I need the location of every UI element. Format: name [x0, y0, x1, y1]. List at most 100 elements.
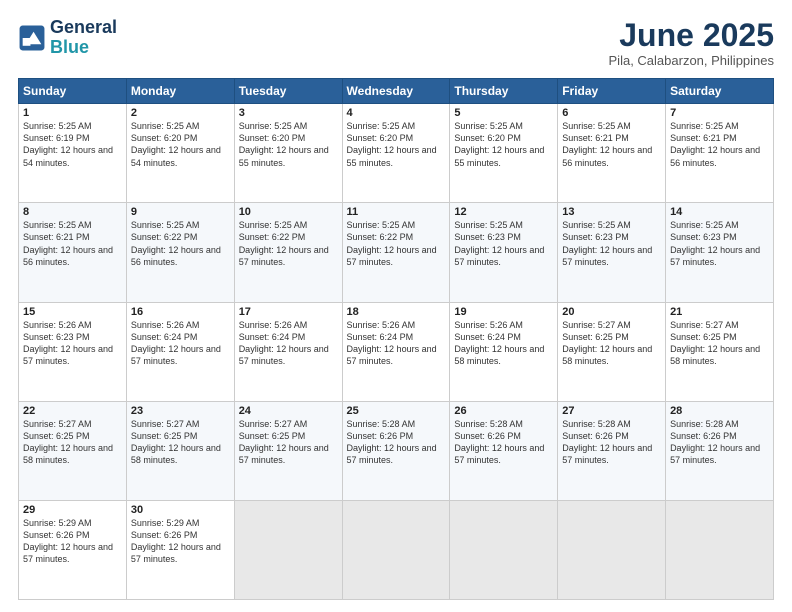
day-info: Sunrise: 5:27 AM Sunset: 6:25 PM Dayligh…: [131, 418, 230, 467]
day-info: Sunrise: 5:25 AM Sunset: 6:22 PM Dayligh…: [131, 219, 230, 268]
calendar-cell: 13 Sunrise: 5:25 AM Sunset: 6:23 PM Dayl…: [558, 203, 666, 302]
calendar-cell: [558, 500, 666, 599]
calendar-header-row: SundayMondayTuesdayWednesdayThursdayFrid…: [19, 79, 774, 104]
day-info: Sunrise: 5:25 AM Sunset: 6:23 PM Dayligh…: [670, 219, 769, 268]
day-info: Sunrise: 5:26 AM Sunset: 6:24 PM Dayligh…: [347, 319, 446, 368]
day-number: 1: [23, 107, 122, 119]
day-number: 3: [239, 107, 338, 119]
title-block: June 2025 Pila, Calabarzon, Philippines: [609, 18, 774, 68]
col-header-friday: Friday: [558, 79, 666, 104]
calendar: SundayMondayTuesdayWednesdayThursdayFrid…: [18, 78, 774, 600]
location: Pila, Calabarzon, Philippines: [609, 53, 774, 68]
day-number: 30: [131, 504, 230, 516]
calendar-cell: 1 Sunrise: 5:25 AM Sunset: 6:19 PM Dayli…: [19, 104, 127, 203]
calendar-cell: [234, 500, 342, 599]
week-row-0: 1 Sunrise: 5:25 AM Sunset: 6:19 PM Dayli…: [19, 104, 774, 203]
day-number: 25: [347, 405, 446, 417]
day-number: 23: [131, 405, 230, 417]
calendar-cell: 18 Sunrise: 5:26 AM Sunset: 6:24 PM Dayl…: [342, 302, 450, 401]
day-info: Sunrise: 5:28 AM Sunset: 6:26 PM Dayligh…: [670, 418, 769, 467]
calendar-cell: [666, 500, 774, 599]
calendar-cell: 19 Sunrise: 5:26 AM Sunset: 6:24 PM Dayl…: [450, 302, 558, 401]
day-info: Sunrise: 5:26 AM Sunset: 6:24 PM Dayligh…: [239, 319, 338, 368]
day-info: Sunrise: 5:25 AM Sunset: 6:21 PM Dayligh…: [670, 120, 769, 169]
day-number: 19: [454, 306, 553, 318]
day-number: 2: [131, 107, 230, 119]
day-number: 7: [670, 107, 769, 119]
day-info: Sunrise: 5:27 AM Sunset: 6:25 PM Dayligh…: [670, 319, 769, 368]
calendar-cell: 14 Sunrise: 5:25 AM Sunset: 6:23 PM Dayl…: [666, 203, 774, 302]
day-number: 13: [562, 206, 661, 218]
col-header-monday: Monday: [126, 79, 234, 104]
calendar-cell: 22 Sunrise: 5:27 AM Sunset: 6:25 PM Dayl…: [19, 401, 127, 500]
calendar-cell: 16 Sunrise: 5:26 AM Sunset: 6:24 PM Dayl…: [126, 302, 234, 401]
day-number: 12: [454, 206, 553, 218]
day-number: 22: [23, 405, 122, 417]
week-row-1: 8 Sunrise: 5:25 AM Sunset: 6:21 PM Dayli…: [19, 203, 774, 302]
day-info: Sunrise: 5:29 AM Sunset: 6:26 PM Dayligh…: [131, 517, 230, 566]
day-info: Sunrise: 5:29 AM Sunset: 6:26 PM Dayligh…: [23, 517, 122, 566]
day-number: 11: [347, 206, 446, 218]
day-number: 29: [23, 504, 122, 516]
calendar-cell: 28 Sunrise: 5:28 AM Sunset: 6:26 PM Dayl…: [666, 401, 774, 500]
day-number: 26: [454, 405, 553, 417]
day-info: Sunrise: 5:26 AM Sunset: 6:24 PM Dayligh…: [131, 319, 230, 368]
calendar-cell: 6 Sunrise: 5:25 AM Sunset: 6:21 PM Dayli…: [558, 104, 666, 203]
col-header-wednesday: Wednesday: [342, 79, 450, 104]
calendar-cell: 5 Sunrise: 5:25 AM Sunset: 6:20 PM Dayli…: [450, 104, 558, 203]
day-info: Sunrise: 5:27 AM Sunset: 6:25 PM Dayligh…: [23, 418, 122, 467]
day-info: Sunrise: 5:27 AM Sunset: 6:25 PM Dayligh…: [562, 319, 661, 368]
day-info: Sunrise: 5:25 AM Sunset: 6:22 PM Dayligh…: [239, 219, 338, 268]
day-info: Sunrise: 5:25 AM Sunset: 6:23 PM Dayligh…: [562, 219, 661, 268]
day-info: Sunrise: 5:25 AM Sunset: 6:20 PM Dayligh…: [347, 120, 446, 169]
day-info: Sunrise: 5:28 AM Sunset: 6:26 PM Dayligh…: [347, 418, 446, 467]
calendar-cell: 12 Sunrise: 5:25 AM Sunset: 6:23 PM Dayl…: [450, 203, 558, 302]
day-number: 5: [454, 107, 553, 119]
week-row-3: 22 Sunrise: 5:27 AM Sunset: 6:25 PM Dayl…: [19, 401, 774, 500]
day-number: 27: [562, 405, 661, 417]
calendar-cell: 30 Sunrise: 5:29 AM Sunset: 6:26 PM Dayl…: [126, 500, 234, 599]
col-header-thursday: Thursday: [450, 79, 558, 104]
calendar-cell: 27 Sunrise: 5:28 AM Sunset: 6:26 PM Dayl…: [558, 401, 666, 500]
day-info: Sunrise: 5:25 AM Sunset: 6:21 PM Dayligh…: [562, 120, 661, 169]
calendar-cell: 17 Sunrise: 5:26 AM Sunset: 6:24 PM Dayl…: [234, 302, 342, 401]
calendar-cell: 24 Sunrise: 5:27 AM Sunset: 6:25 PM Dayl…: [234, 401, 342, 500]
calendar-cell: 15 Sunrise: 5:26 AM Sunset: 6:23 PM Dayl…: [19, 302, 127, 401]
day-number: 16: [131, 306, 230, 318]
day-info: Sunrise: 5:25 AM Sunset: 6:22 PM Dayligh…: [347, 219, 446, 268]
day-number: 14: [670, 206, 769, 218]
day-number: 6: [562, 107, 661, 119]
day-info: Sunrise: 5:25 AM Sunset: 6:21 PM Dayligh…: [23, 219, 122, 268]
calendar-cell: 2 Sunrise: 5:25 AM Sunset: 6:20 PM Dayli…: [126, 104, 234, 203]
day-number: 10: [239, 206, 338, 218]
calendar-cell: [342, 500, 450, 599]
calendar-cell: 8 Sunrise: 5:25 AM Sunset: 6:21 PM Dayli…: [19, 203, 127, 302]
day-number: 9: [131, 206, 230, 218]
day-info: Sunrise: 5:25 AM Sunset: 6:20 PM Dayligh…: [131, 120, 230, 169]
day-info: Sunrise: 5:25 AM Sunset: 6:20 PM Dayligh…: [454, 120, 553, 169]
calendar-cell: [450, 500, 558, 599]
calendar-cell: 23 Sunrise: 5:27 AM Sunset: 6:25 PM Dayl…: [126, 401, 234, 500]
calendar-cell: 29 Sunrise: 5:29 AM Sunset: 6:26 PM Dayl…: [19, 500, 127, 599]
day-number: 20: [562, 306, 661, 318]
calendar-cell: 25 Sunrise: 5:28 AM Sunset: 6:26 PM Dayl…: [342, 401, 450, 500]
day-number: 18: [347, 306, 446, 318]
calendar-cell: 3 Sunrise: 5:25 AM Sunset: 6:20 PM Dayli…: [234, 104, 342, 203]
day-number: 21: [670, 306, 769, 318]
day-info: Sunrise: 5:27 AM Sunset: 6:25 PM Dayligh…: [239, 418, 338, 467]
day-info: Sunrise: 5:26 AM Sunset: 6:24 PM Dayligh…: [454, 319, 553, 368]
week-row-4: 29 Sunrise: 5:29 AM Sunset: 6:26 PM Dayl…: [19, 500, 774, 599]
col-header-saturday: Saturday: [666, 79, 774, 104]
day-info: Sunrise: 5:25 AM Sunset: 6:20 PM Dayligh…: [239, 120, 338, 169]
day-info: Sunrise: 5:25 AM Sunset: 6:23 PM Dayligh…: [454, 219, 553, 268]
logo-icon: [18, 24, 46, 52]
calendar-cell: 20 Sunrise: 5:27 AM Sunset: 6:25 PM Dayl…: [558, 302, 666, 401]
day-number: 4: [347, 107, 446, 119]
calendar-cell: 9 Sunrise: 5:25 AM Sunset: 6:22 PM Dayli…: [126, 203, 234, 302]
day-number: 24: [239, 405, 338, 417]
day-info: Sunrise: 5:28 AM Sunset: 6:26 PM Dayligh…: [454, 418, 553, 467]
col-header-sunday: Sunday: [19, 79, 127, 104]
page: General Blue June 2025 Pila, Calabarzon,…: [0, 0, 792, 612]
day-number: 15: [23, 306, 122, 318]
calendar-cell: 10 Sunrise: 5:25 AM Sunset: 6:22 PM Dayl…: [234, 203, 342, 302]
